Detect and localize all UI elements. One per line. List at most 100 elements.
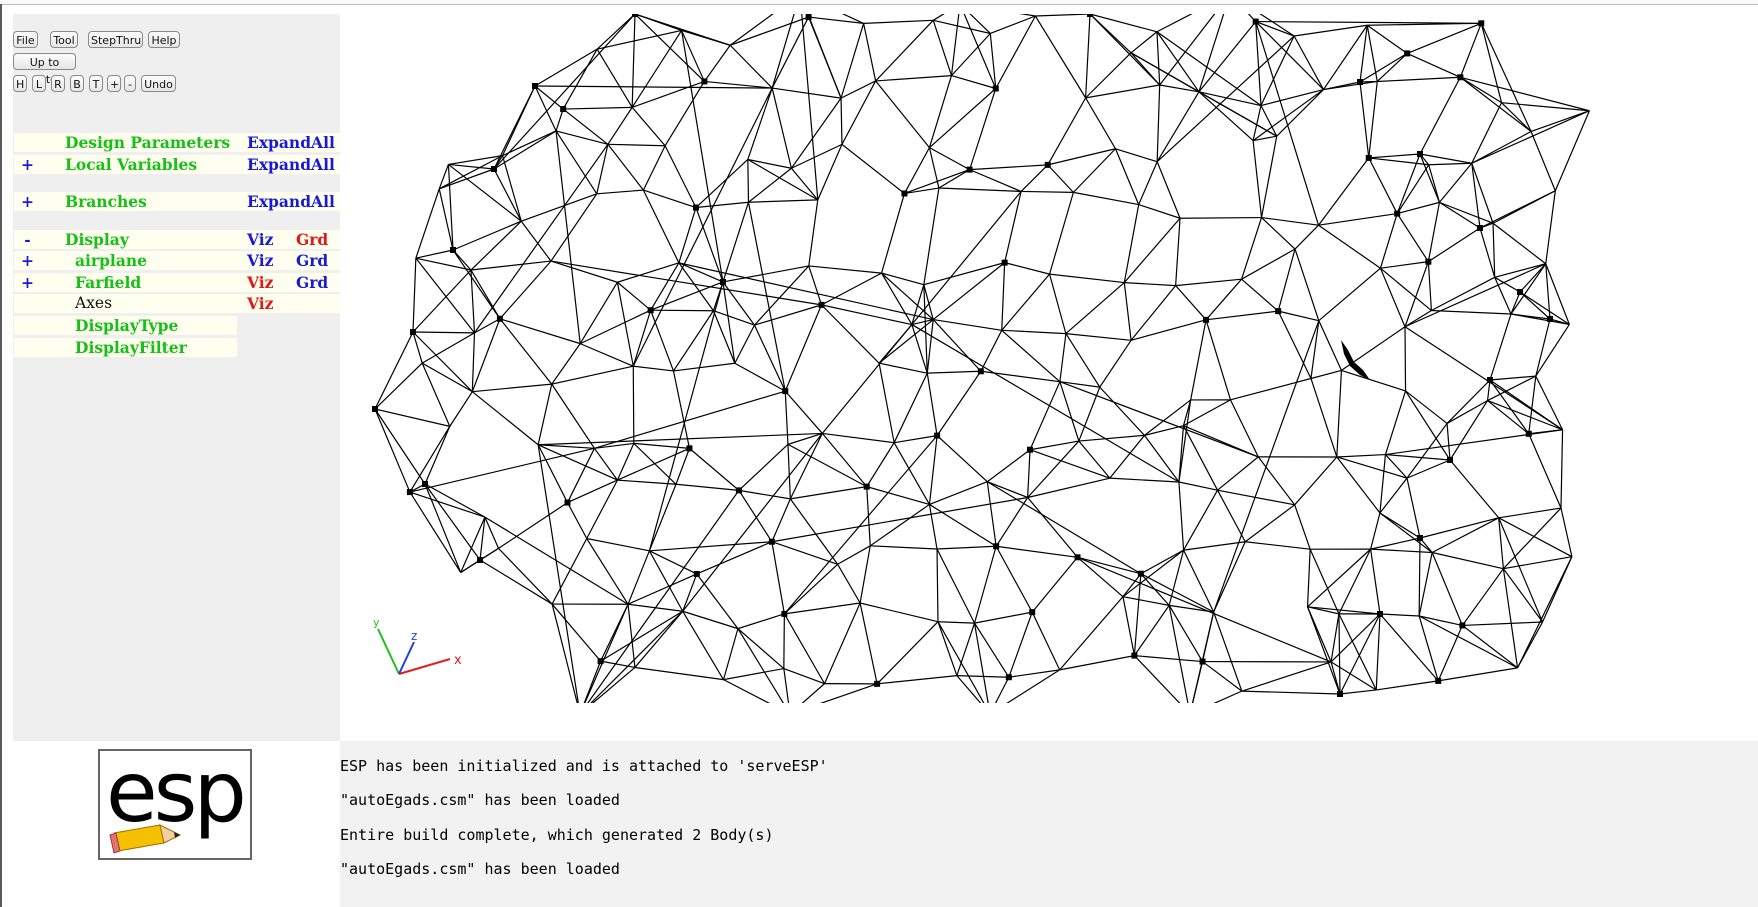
mesh-edge xyxy=(932,262,1006,321)
mesh-edge xyxy=(534,48,598,87)
mesh-edge xyxy=(1138,161,1158,205)
mesh-edge xyxy=(933,19,991,35)
mesh-edge xyxy=(1479,190,1556,229)
mesh-node xyxy=(491,166,497,172)
mesh-edge xyxy=(738,443,789,491)
mesh-edge xyxy=(1310,320,1320,379)
mesh-edge xyxy=(551,383,595,449)
up-to-date-button[interactable]: Up to date xyxy=(13,53,76,86)
mesh-edge xyxy=(980,330,1003,372)
mesh-edge xyxy=(1492,222,1547,265)
branches-expandall[interactable]: ExpandAll xyxy=(237,192,342,211)
mesh-edge xyxy=(956,675,1009,678)
mesh-edge xyxy=(1418,615,1439,682)
display-viz-toggle[interactable]: Viz xyxy=(237,230,283,249)
mesh-node xyxy=(966,166,973,173)
mesh-edge xyxy=(737,628,784,703)
mesh-edge xyxy=(471,332,476,392)
mesh-node xyxy=(1417,535,1423,541)
mesh-canvas: x y z xyxy=(372,14,1590,703)
mesh-node xyxy=(701,78,708,85)
stepthru-button[interactable]: StepThru xyxy=(88,31,143,48)
mesh-edge xyxy=(1427,261,1432,311)
farfield-grd-toggle[interactable]: Grd xyxy=(283,273,342,292)
view-home-button[interactable]: H xyxy=(13,75,27,92)
mesh-edge xyxy=(926,319,934,374)
axes-grd-empty xyxy=(283,294,342,313)
view-top-button[interactable]: T xyxy=(89,75,103,92)
mesh-edge xyxy=(631,14,636,108)
view-left-button[interactable]: L xyxy=(32,75,46,92)
displaytype-label[interactable]: DisplayType xyxy=(41,316,237,335)
local-variables-toggle[interactable]: + xyxy=(14,155,41,174)
mesh-edge xyxy=(1130,285,1177,341)
mesh-node xyxy=(1027,446,1034,453)
mesh-edge xyxy=(783,563,839,615)
display-toggle[interactable]: - xyxy=(14,230,41,249)
mesh-edge xyxy=(1449,400,1489,461)
local-variables-label[interactable]: Local Variables xyxy=(41,155,237,174)
mesh-edge xyxy=(928,504,938,550)
mesh-edge xyxy=(866,486,930,506)
graphics-viewport[interactable]: x y z xyxy=(340,14,1758,703)
mesh-edge xyxy=(1431,552,1463,626)
mesh-edge xyxy=(1461,568,1504,626)
airplane-viz-toggle[interactable]: Viz xyxy=(237,251,283,270)
mesh-edge xyxy=(995,15,1036,89)
mesh-edge xyxy=(1379,213,1398,269)
file-button[interactable]: File xyxy=(13,31,38,48)
mesh-edge xyxy=(1217,456,1259,491)
mesh-edge xyxy=(1359,52,1408,83)
branches-toggle[interactable]: + xyxy=(14,192,41,211)
design-parameters-label[interactable]: Design Parameters xyxy=(41,133,237,152)
mesh-edge xyxy=(1047,148,1116,166)
mesh-edge xyxy=(747,202,786,392)
mesh-edge xyxy=(923,187,940,285)
mesh-edge xyxy=(1072,148,1116,193)
airplane-body xyxy=(1341,340,1370,380)
view-right-button[interactable]: R xyxy=(51,75,65,92)
local-variables-expandall[interactable]: ExpandAll xyxy=(237,155,342,174)
mesh-edge xyxy=(1027,497,1078,558)
mesh-edge xyxy=(771,498,791,542)
mesh-edge xyxy=(1109,434,1145,479)
display-grd-toggle[interactable]: Grd xyxy=(283,230,342,249)
mesh-edge xyxy=(1370,512,1381,550)
mesh-edge xyxy=(875,80,930,149)
mesh-edge xyxy=(1341,369,1406,392)
mesh-edge xyxy=(986,449,1031,483)
tool-button[interactable]: Tool xyxy=(50,31,78,48)
branches-label[interactable]: Branches xyxy=(41,192,237,211)
farfield-label[interactable]: Farfield xyxy=(41,273,237,292)
mesh-edge xyxy=(936,435,988,483)
displayfilter-label[interactable]: DisplayFilter xyxy=(41,338,237,357)
undo-button[interactable]: Undo xyxy=(141,75,176,92)
farfield-toggle[interactable]: + xyxy=(14,273,41,292)
mesh-edge xyxy=(633,442,690,449)
zoom-out-button[interactable]: - xyxy=(124,75,136,92)
airplane-label[interactable]: airplane xyxy=(41,251,237,270)
help-button[interactable]: Help xyxy=(148,31,180,48)
mesh-edge xyxy=(1489,313,1512,381)
mesh-edge xyxy=(1375,613,1381,690)
mesh-edge xyxy=(642,189,680,264)
axes-viz-toggle[interactable]: Viz xyxy=(237,294,283,313)
mesh-edge xyxy=(1519,291,1551,320)
zoom-in-button[interactable]: + xyxy=(107,75,121,92)
mesh-edge xyxy=(592,666,636,703)
mesh-edge xyxy=(1294,224,1319,250)
display-label[interactable]: Display xyxy=(41,230,237,249)
mesh-edge xyxy=(1498,517,1504,569)
mesh-edge xyxy=(1245,541,1311,550)
farfield-viz-toggle[interactable]: Viz xyxy=(237,273,283,292)
mesh-edge xyxy=(1338,548,1372,615)
view-bottom-button[interactable]: B xyxy=(70,75,84,92)
design-parameters-expandall[interactable]: ExpandAll xyxy=(237,133,342,152)
airplane-grd-toggle[interactable]: Grd xyxy=(283,251,342,270)
airplane-toggle[interactable]: + xyxy=(14,251,41,270)
mesh-edge xyxy=(1338,613,1341,695)
axes-label[interactable]: Axes xyxy=(41,294,237,313)
mesh-edge xyxy=(1427,202,1441,262)
mesh-edge xyxy=(1031,556,1078,613)
mesh-edge xyxy=(841,80,877,145)
